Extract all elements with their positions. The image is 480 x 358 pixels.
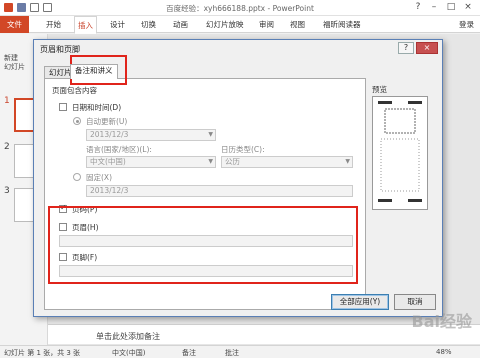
close-icon[interactable]: × [462, 2, 474, 13]
login-link[interactable]: 登录 [459, 19, 474, 30]
tab-file[interactable]: 文件 [0, 16, 29, 33]
fixed-date-value: 2013/12/3 [90, 186, 129, 195]
auto-update-date-select[interactable]: 2013/12/3 ▼ [86, 129, 216, 141]
tab-animations[interactable]: 动画 [170, 16, 191, 33]
chevron-down-icon: ▼ [208, 158, 213, 165]
language-value: 中文(中国) [90, 157, 126, 166]
tab-design[interactable]: 设计 [107, 16, 128, 33]
status-bar: 幻灯片 第 1 张，共 3 张 中文(中国) 备注 批注 48% [0, 345, 480, 358]
tab-notes-handouts[interactable]: 备注和讲义 [70, 64, 118, 79]
tab-review[interactable]: 审阅 [256, 16, 277, 33]
tab-foxit-reader[interactable]: 福昕阅读器 [320, 16, 364, 33]
preview-label: 预览 [372, 85, 387, 94]
calendar-type-select[interactable]: 公历 ▼ [221, 156, 353, 168]
minimize-icon[interactable]: – [428, 2, 440, 13]
notes-toggle[interactable]: 备注 [182, 348, 196, 358]
window-title: 百度经验：xyh666188.pptx - PowerPoint [166, 4, 314, 13]
header-footer-highlight-box [48, 206, 358, 284]
language-select[interactable]: 中文(中国) ▼ [86, 156, 216, 168]
zoom-level[interactable]: 48% [436, 348, 452, 356]
chevron-down-icon: ▼ [345, 158, 350, 165]
chevron-down-icon: ▼ [208, 131, 213, 138]
apply-all-button[interactable]: 全部应用(Y) [331, 294, 389, 310]
notes-page-preview-graphic [378, 101, 422, 202]
auto-update-radio[interactable] [73, 117, 81, 125]
language-label: 语言(国家/地区)(L): [86, 145, 152, 154]
preview-thumbnail [372, 96, 428, 210]
calendar-type-value: 公历 [225, 157, 240, 166]
slide-number: 1 [4, 96, 10, 106]
comments-toggle[interactable]: 批注 [225, 348, 239, 358]
tab-view[interactable]: 视图 [287, 16, 308, 33]
slide-count-status: 幻灯片 第 1 张，共 3 张 [4, 349, 81, 357]
slide-number: 2 [4, 142, 10, 152]
ribbon-tab-bar: 文件 开始 插入 设计 切换 动画 幻灯片放映 审阅 视图 福昕阅读器 登录 [0, 16, 480, 34]
tab-insert[interactable]: 插入 [74, 16, 97, 34]
dialog-help-button[interactable]: ? [398, 42, 414, 54]
section-title: 页面包含内容 [52, 86, 97, 95]
slide-number: 3 [4, 186, 10, 196]
maximize-icon[interactable]: □ [445, 2, 457, 13]
help-icon[interactable]: ? [412, 2, 424, 13]
calendar-type-label: 日历类型(C): [221, 145, 265, 154]
tab-transitions[interactable]: 切换 [138, 16, 159, 33]
watermark: Bai经验 [411, 312, 472, 331]
fixed-date-input[interactable]: 2013/12/3 [86, 185, 353, 197]
auto-update-date-value: 2013/12/3 [90, 130, 129, 139]
tab-home[interactable]: 开始 [43, 16, 64, 33]
date-time-checkbox[interactable] [59, 103, 67, 111]
dialog-close-button[interactable]: × [416, 42, 438, 54]
fixed-radio[interactable] [73, 173, 81, 181]
language-status[interactable]: 中文(中国) [112, 348, 145, 358]
new-slide-label-2[interactable]: 幻灯片 [4, 63, 25, 72]
dialog-title: 页眉和页脚 [40, 45, 80, 54]
date-time-label: 日期和时间(D) [72, 103, 122, 112]
tab-slideshow[interactable]: 幻灯片放映 [203, 16, 247, 33]
new-slide-label[interactable]: 新建 [4, 54, 18, 63]
auto-update-label: 自动更新(U) [86, 117, 128, 126]
fixed-label: 固定(X) [86, 173, 112, 182]
title-bar: 百度经验：xyh666188.pptx - PowerPoint ? – □ × [0, 0, 480, 16]
